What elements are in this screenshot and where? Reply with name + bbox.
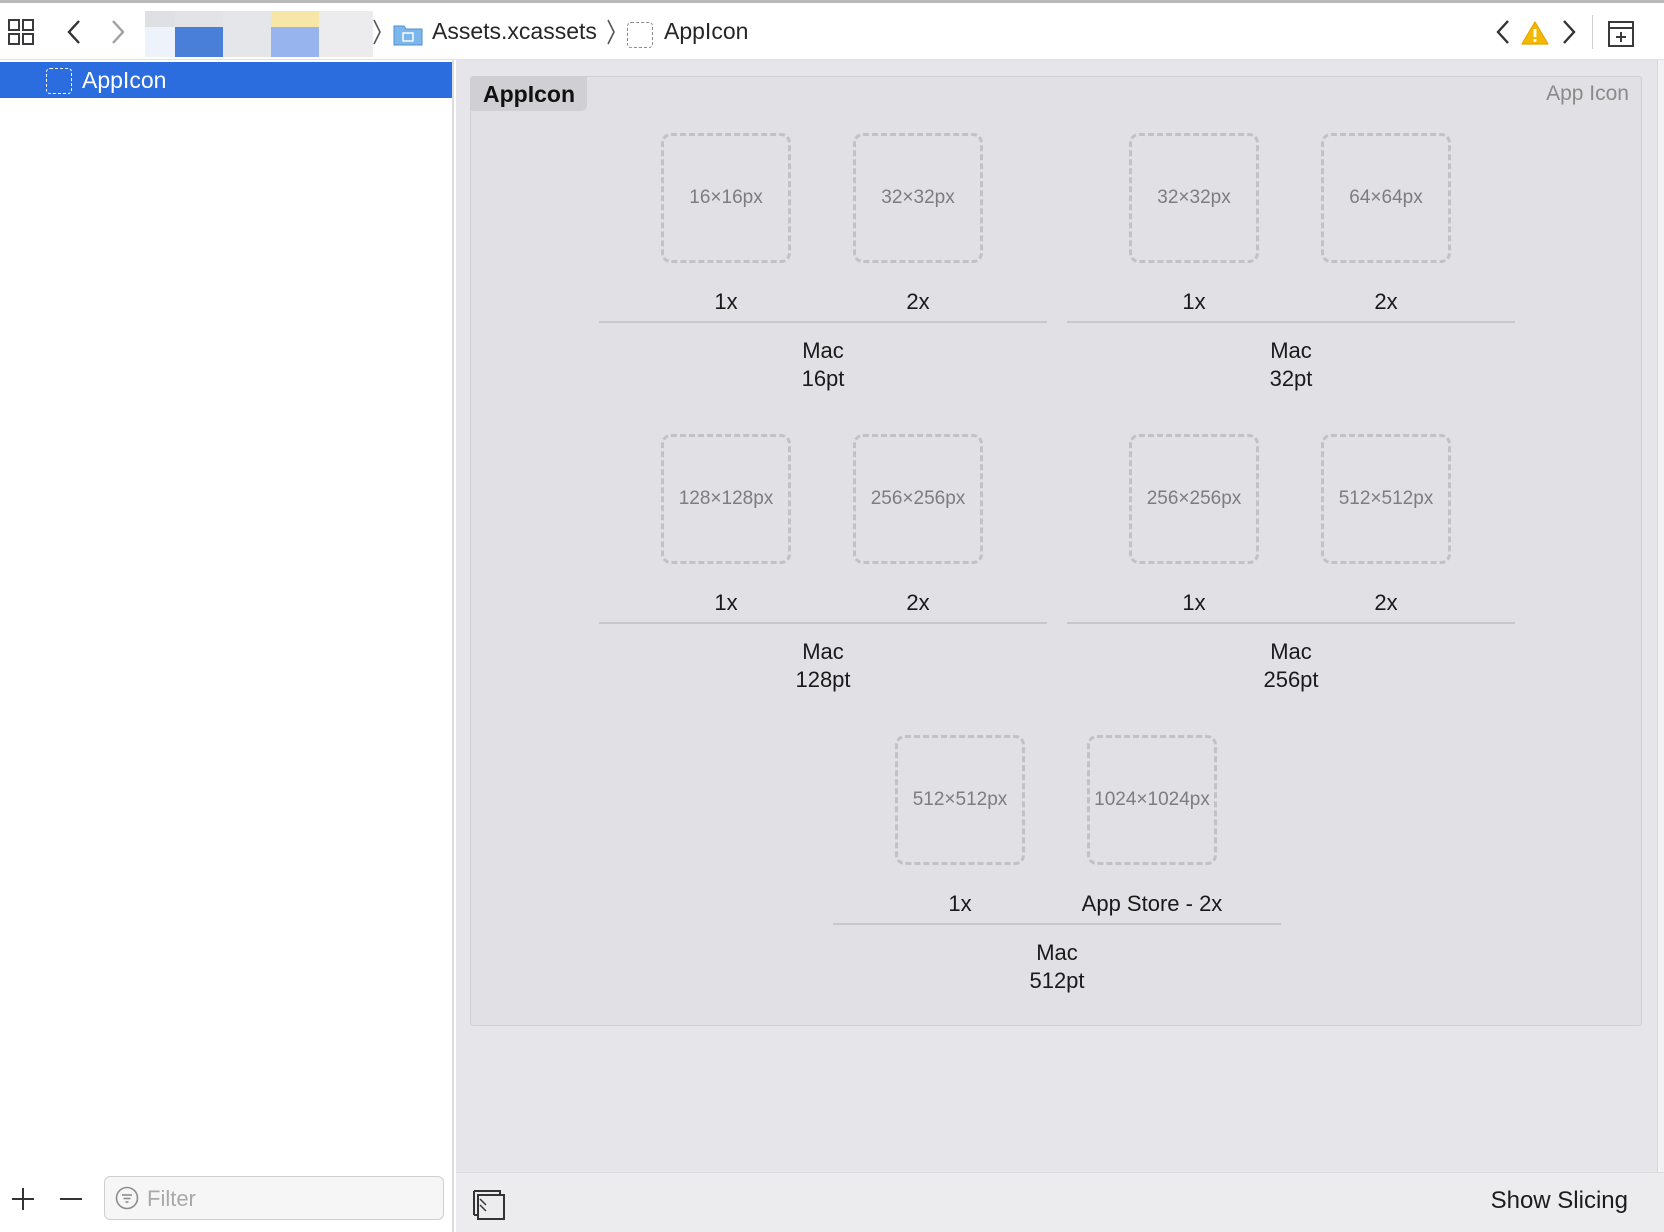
folder-icon bbox=[392, 21, 424, 47]
group-platform: Mac bbox=[802, 338, 844, 363]
slot-scale-label: App Store - 2x bbox=[1081, 891, 1223, 916]
slot-scale-label: 2x bbox=[906, 590, 930, 615]
show-slicing-button[interactable]: Show Slicing bbox=[1491, 1187, 1628, 1215]
slot-scale-label: 2x bbox=[1374, 590, 1398, 615]
group-divider bbox=[833, 923, 1281, 925]
icon-slot[interactable]: 512×512px bbox=[895, 735, 1025, 865]
breadcrumb-separator-icon bbox=[604, 17, 618, 47]
asset-name-label: AppIcon bbox=[471, 77, 587, 111]
editor-jump-bar: Assets.xcassets AppIcon bbox=[0, 0, 1664, 60]
group-divider bbox=[1067, 622, 1515, 624]
appicon-set-panel: AppIcon App Icon 16×16px 32×32px 1x 2x M… bbox=[470, 76, 1642, 1026]
forward-chevron-icon[interactable] bbox=[104, 17, 132, 47]
slicing-overview-icon[interactable] bbox=[472, 1187, 506, 1221]
breadcrumb-assets[interactable]: Assets.xcassets bbox=[432, 18, 597, 45]
project-crumb[interactable] bbox=[145, 11, 373, 57]
slot-scale-label: 1x bbox=[714, 289, 738, 314]
group-label: Mac 256pt bbox=[1141, 638, 1441, 694]
group-platform: Mac bbox=[802, 639, 844, 664]
icon-slot[interactable]: 32×32px bbox=[853, 133, 983, 263]
group-size: 256pt bbox=[1263, 667, 1319, 692]
group-label: Mac 128pt bbox=[673, 638, 973, 694]
group-size: 512pt bbox=[1029, 968, 1085, 993]
remove-asset-icon[interactable] bbox=[58, 1186, 84, 1212]
back-chevron-icon[interactable] bbox=[60, 17, 88, 47]
asset-list-item-appicon[interactable]: AppIcon bbox=[0, 62, 452, 98]
breadcrumb-appicon[interactable]: AppIcon bbox=[664, 18, 748, 45]
asset-list-item-label: AppIcon bbox=[82, 67, 167, 93]
group-size: 16pt bbox=[801, 366, 845, 391]
previous-issue-chevron-icon[interactable] bbox=[1492, 17, 1514, 47]
slot-scale-label: 1x bbox=[1182, 289, 1206, 314]
slot-scale-label: 1x bbox=[948, 891, 972, 916]
group-label: Mac 32pt bbox=[1141, 337, 1441, 393]
editor-scrollbar[interactable] bbox=[1657, 60, 1664, 1172]
group-size: 32pt bbox=[1269, 366, 1313, 391]
icon-slot[interactable]: 1024×1024px bbox=[1087, 735, 1217, 865]
icon-slot[interactable]: 64×64px bbox=[1321, 133, 1451, 263]
group-platform: Mac bbox=[1036, 940, 1078, 965]
add-asset-icon[interactable] bbox=[10, 1186, 36, 1212]
group-size: 128pt bbox=[795, 667, 851, 692]
group-divider bbox=[599, 321, 1047, 323]
filter-field[interactable]: Filter bbox=[104, 1176, 444, 1220]
icon-slot[interactable]: 256×256px bbox=[1129, 434, 1259, 564]
warning-icon[interactable] bbox=[1520, 19, 1550, 47]
asset-type-label: App Icon bbox=[1546, 82, 1629, 105]
icon-slot[interactable]: 256×256px bbox=[853, 434, 983, 564]
editor-bottom-bar: Show Slicing bbox=[456, 1172, 1664, 1232]
navigator-bottom-bar: Filter bbox=[0, 1166, 452, 1232]
appicon-placeholder-icon bbox=[46, 68, 72, 94]
icon-slot[interactable]: 32×32px bbox=[1129, 133, 1259, 263]
slot-scale-label: 2x bbox=[1374, 289, 1398, 314]
filter-icon bbox=[115, 1186, 139, 1210]
icon-slot[interactable]: 16×16px bbox=[661, 133, 791, 263]
asset-editor: AppIcon App Icon 16×16px 32×32px 1x 2x M… bbox=[456, 60, 1664, 1172]
asset-navigator: AppIcon Filter bbox=[0, 60, 454, 1232]
group-label: Mac 512pt bbox=[907, 939, 1207, 995]
group-platform: Mac bbox=[1270, 338, 1312, 363]
add-editor-icon[interactable] bbox=[1606, 19, 1636, 49]
breadcrumb-separator-icon bbox=[370, 17, 384, 47]
group-label: Mac 16pt bbox=[673, 337, 973, 393]
related-items-icon[interactable] bbox=[6, 17, 36, 47]
slot-scale-label: 1x bbox=[714, 590, 738, 615]
slot-scale-label: 1x bbox=[1182, 590, 1206, 615]
group-divider bbox=[599, 622, 1047, 624]
appicon-placeholder-icon bbox=[626, 21, 654, 49]
icon-slot[interactable]: 128×128px bbox=[661, 434, 791, 564]
group-platform: Mac bbox=[1270, 639, 1312, 664]
toolbar-divider bbox=[1592, 15, 1593, 49]
next-issue-chevron-icon[interactable] bbox=[1558, 17, 1580, 47]
filter-placeholder: Filter bbox=[147, 1186, 196, 1211]
icon-slot[interactable]: 512×512px bbox=[1321, 434, 1451, 564]
slot-scale-label: 2x bbox=[906, 289, 930, 314]
group-divider bbox=[1067, 321, 1515, 323]
